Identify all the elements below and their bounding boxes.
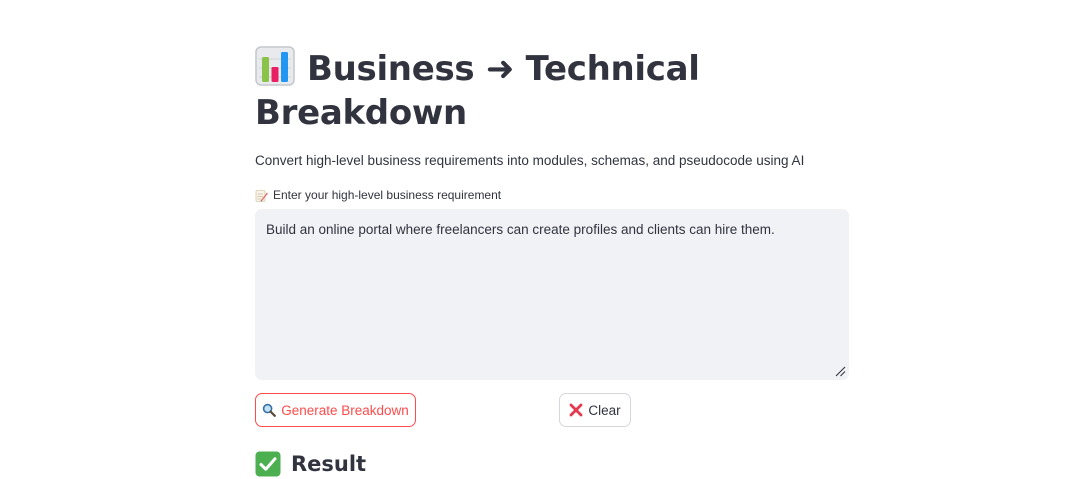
page-subtitle: Convert high-level business requirements…: [255, 153, 805, 168]
result-heading-text: Result: [291, 452, 367, 476]
requirement-textarea-container: Build an online portal where freelancers…: [255, 209, 849, 380]
memo-icon: [255, 189, 268, 202]
clear-label: Clear: [588, 402, 621, 418]
magnifier-icon: [263, 403, 277, 417]
requirement-label: Enter your high-level business requireme…: [255, 186, 501, 204]
cross-mark-icon: [569, 403, 583, 417]
bar-chart-icon: [255, 46, 295, 86]
check-mark-icon: [255, 451, 281, 477]
requirement-label-text: Enter your high-level business requireme…: [273, 188, 502, 202]
resize-grip-icon[interactable]: [834, 365, 846, 377]
generate-breakdown-label: Generate Breakdown: [281, 402, 409, 418]
requirement-textarea[interactable]: Build an online portal where freelancers…: [255, 209, 849, 380]
clear-button[interactable]: Clear: [559, 393, 631, 427]
result-heading: Result: [255, 449, 366, 479]
page-title: Business ➜ Technical Breakdown: [255, 46, 849, 135]
page-title-text: Business ➜ Technical Breakdown: [255, 49, 700, 133]
generate-breakdown-button[interactable]: Generate Breakdown: [255, 393, 416, 427]
